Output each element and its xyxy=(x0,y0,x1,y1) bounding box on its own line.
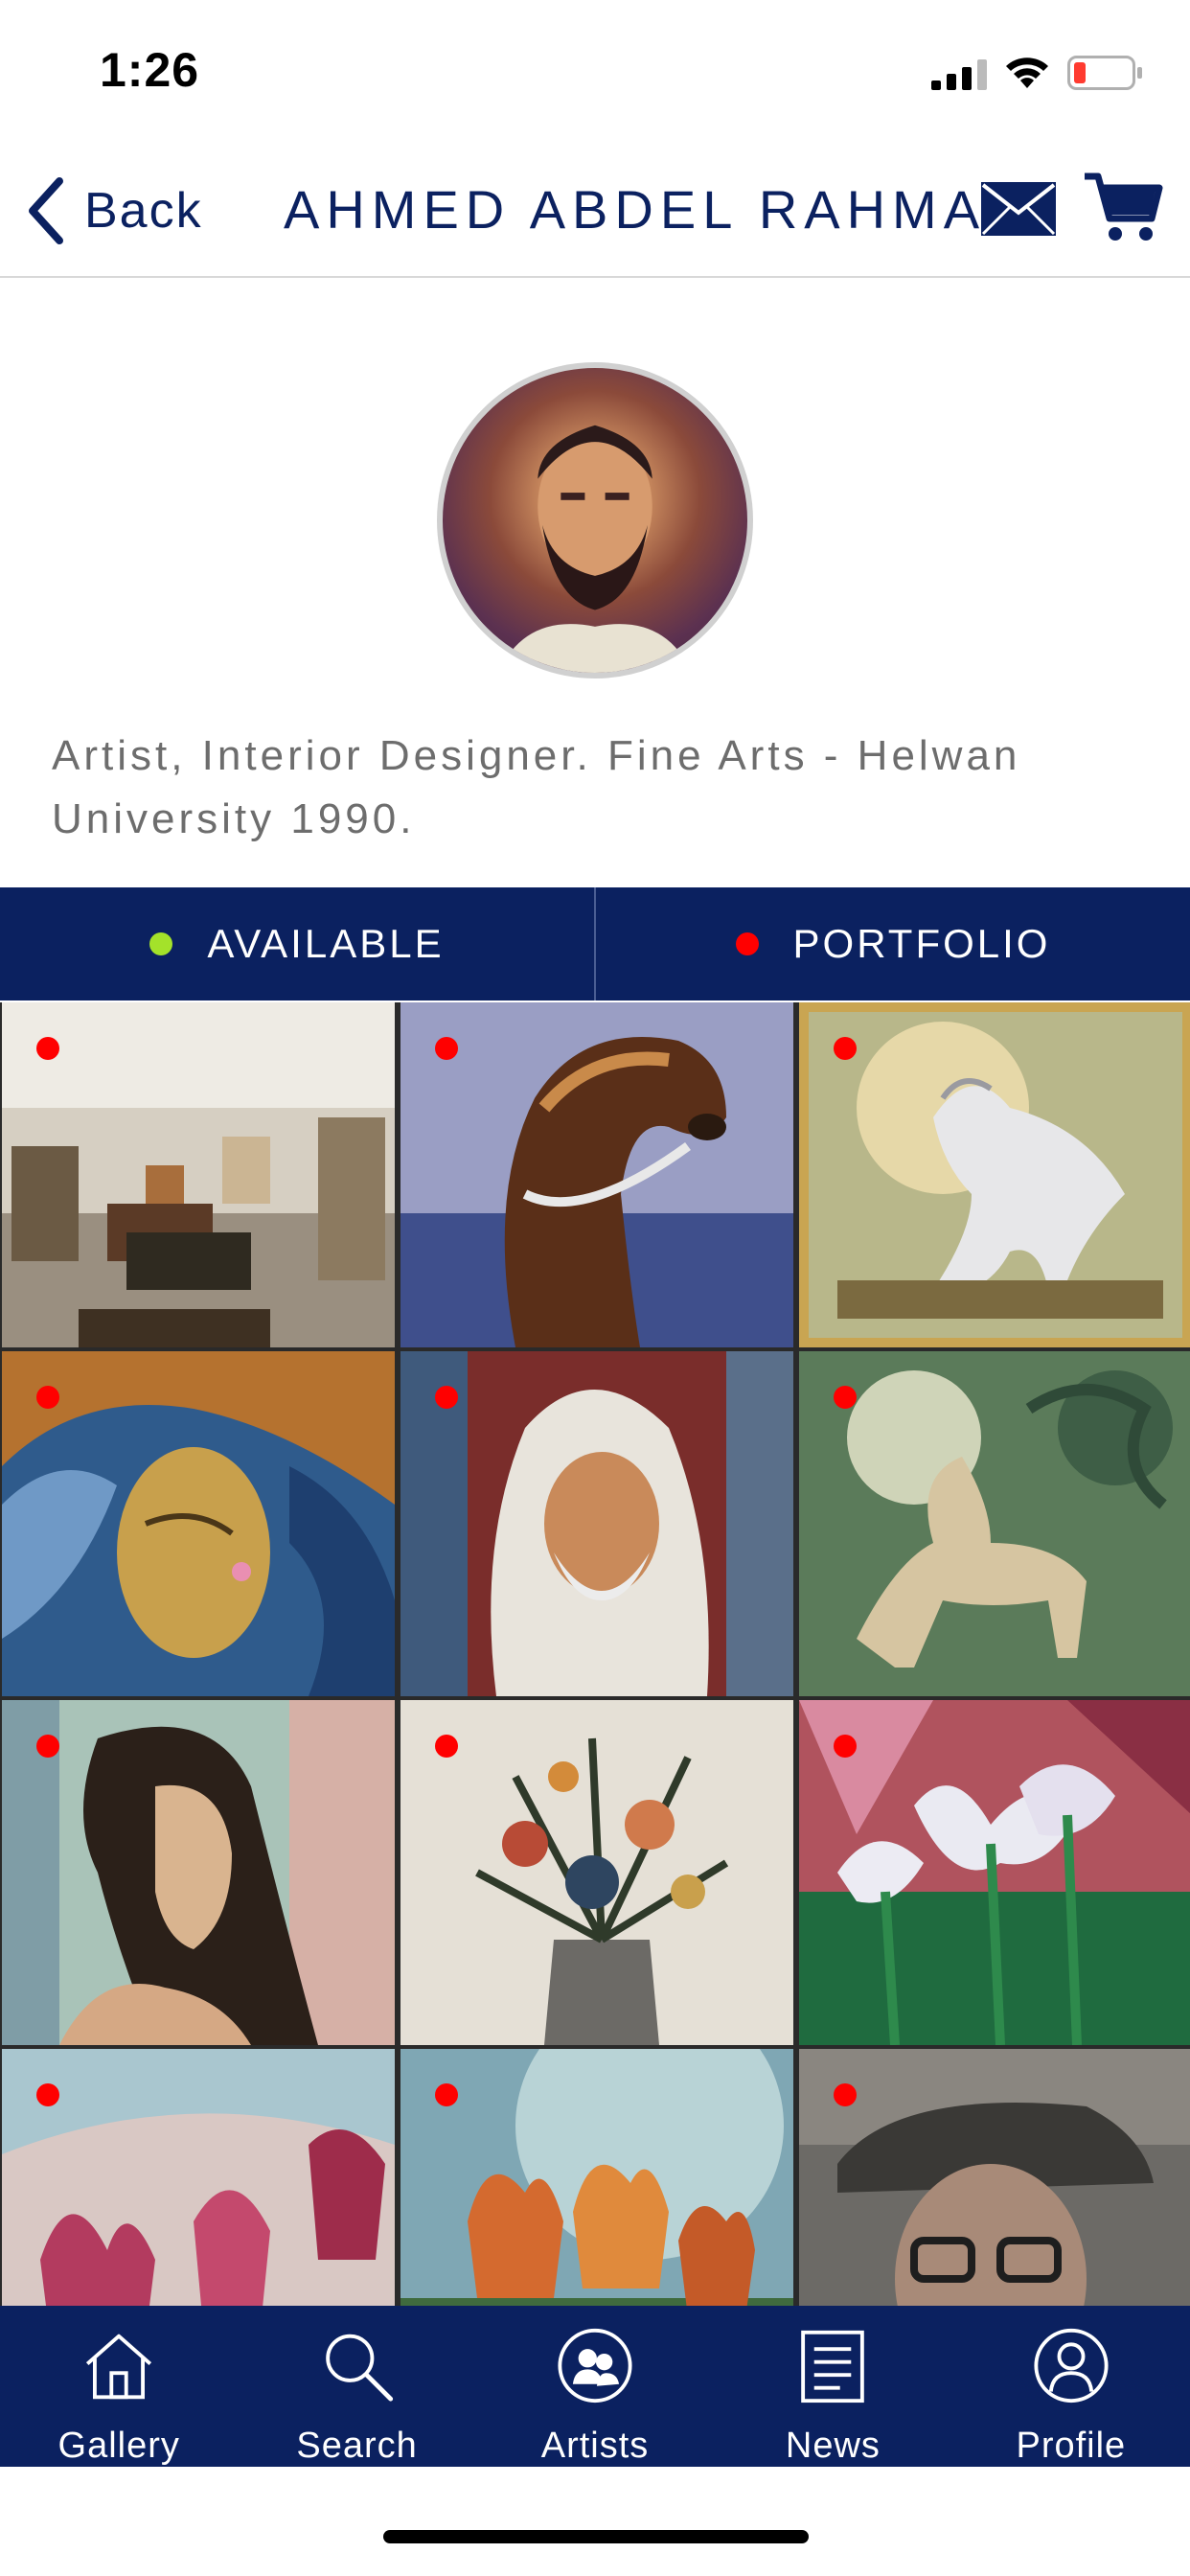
portfolio-dot-icon xyxy=(834,2083,857,2106)
portfolio-dot-icon xyxy=(735,932,759,955)
portfolio-dot-icon xyxy=(36,1037,59,1060)
news-icon xyxy=(801,2330,865,2404)
filter-tabs: AVAILABLE PORTFOLIO xyxy=(0,887,1190,1000)
artwork-image xyxy=(799,1351,1190,1696)
artist-avatar xyxy=(437,362,753,678)
tab-search-label: Search xyxy=(296,2426,418,2466)
artwork-tile[interactable] xyxy=(799,1700,1190,2045)
artwork-image xyxy=(2,1700,395,2045)
portfolio-dot-icon xyxy=(834,1037,857,1060)
artwork-grid xyxy=(0,1002,1190,2306)
available-dot-icon xyxy=(149,932,173,955)
portfolio-dot-icon xyxy=(36,1735,59,1758)
artwork-image xyxy=(2,1351,395,1696)
portfolio-dot-icon xyxy=(36,1386,59,1409)
tab-profile-label: Profile xyxy=(1016,2426,1127,2466)
artwork-tile[interactable] xyxy=(400,1700,793,2045)
tab-artists-label: Artists xyxy=(540,2426,650,2466)
status-bar: 1:26 xyxy=(0,0,1190,144)
wifi-icon xyxy=(1006,58,1048,88)
back-button[interactable]: Back xyxy=(25,172,203,249)
artwork-tile[interactable] xyxy=(2,2049,395,2306)
artwork-image xyxy=(799,2049,1190,2306)
portfolio-dot-icon xyxy=(435,1386,458,1409)
artist-portrait xyxy=(497,425,693,673)
artwork-image xyxy=(400,1700,793,2045)
status-time: 1:26 xyxy=(100,43,200,97)
search-icon xyxy=(325,2334,393,2402)
back-label: Back xyxy=(84,183,203,239)
home-icon xyxy=(86,2334,152,2400)
portfolio-dot-icon xyxy=(435,2083,458,2106)
profile-icon xyxy=(1034,2328,1109,2404)
home-indicator[interactable] xyxy=(383,2530,809,2543)
tab-profile[interactable]: Profile xyxy=(952,2306,1190,2467)
artwork-tile[interactable] xyxy=(799,1351,1190,1696)
portfolio-dot-icon xyxy=(36,2083,59,2106)
tab-gallery[interactable]: Gallery xyxy=(0,2306,238,2467)
artwork-image xyxy=(799,1700,1190,2045)
artwork-tile[interactable] xyxy=(2,1351,395,1696)
portfolio-dot-icon xyxy=(834,1386,857,1409)
tab-bar: Gallery Search Artists News Profile xyxy=(0,2306,1190,2467)
artwork-image xyxy=(2,2049,395,2306)
artwork-tile[interactable] xyxy=(799,1002,1190,1347)
nav-bar: Back AHMED ABDEL RAHMAN xyxy=(0,144,1190,278)
artwork-tile[interactable] xyxy=(799,2049,1190,2306)
artwork-image xyxy=(400,1002,793,1347)
artists-icon xyxy=(558,2328,632,2404)
portfolio-dot-icon xyxy=(435,1735,458,1758)
artwork-tile[interactable] xyxy=(400,2049,793,2306)
artwork-tile[interactable] xyxy=(400,1351,793,1696)
tab-portfolio[interactable]: PORTFOLIO xyxy=(594,887,1190,1000)
artwork-image xyxy=(400,2049,793,2306)
tab-portfolio-label: PORTFOLIO xyxy=(792,921,1051,966)
tab-available[interactable]: AVAILABLE xyxy=(0,887,594,1000)
tab-available-label: AVAILABLE xyxy=(207,921,445,966)
envelope-icon[interactable] xyxy=(981,182,1056,236)
artwork-image xyxy=(400,1351,793,1696)
artist-bio: Artist, Interior Designer. Fine Arts - H… xyxy=(52,732,1021,842)
tab-news-label: News xyxy=(785,2426,881,2466)
tab-news[interactable]: News xyxy=(714,2306,951,2467)
portfolio-dot-icon xyxy=(435,1037,458,1060)
cart-icon[interactable] xyxy=(1083,167,1163,247)
artwork-image xyxy=(799,1002,1190,1347)
artwork-image xyxy=(2,1002,395,1347)
tab-search[interactable]: Search xyxy=(238,2306,475,2467)
cellular-signal-icon xyxy=(931,59,987,90)
portfolio-dot-icon xyxy=(834,1735,857,1758)
chevron-left-icon xyxy=(29,177,63,244)
artwork-tile[interactable] xyxy=(400,1002,793,1347)
tab-artists[interactable]: Artists xyxy=(476,2306,714,2467)
page-title: AHMED ABDEL RAHMAN xyxy=(284,179,1032,240)
artwork-tile[interactable] xyxy=(2,1700,395,2045)
tab-gallery-label: Gallery xyxy=(57,2426,180,2466)
artwork-tile[interactable] xyxy=(2,1002,395,1347)
battery-low-icon xyxy=(1067,56,1142,90)
